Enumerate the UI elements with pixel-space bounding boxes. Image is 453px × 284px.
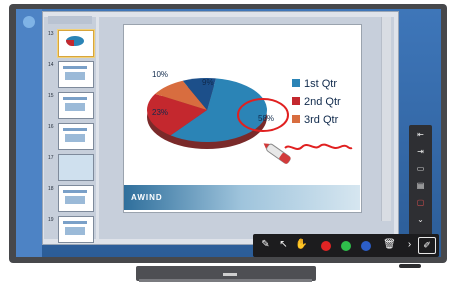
slide-thumbnail[interactable] bbox=[58, 30, 94, 57]
marker-pen-icon bbox=[263, 143, 291, 164]
slide-thumbnail[interactable] bbox=[58, 123, 94, 150]
collapse-icon[interactable]: › bbox=[402, 237, 417, 252]
slide-thumbnail[interactable] bbox=[58, 92, 94, 119]
red-color-button[interactable] bbox=[321, 241, 331, 251]
slide-thumbnail[interactable] bbox=[58, 216, 94, 243]
slide-brand-text: AWIND bbox=[131, 193, 163, 202]
green-color-button[interactable] bbox=[341, 241, 351, 251]
display-icon[interactable]: ▭ bbox=[413, 163, 428, 174]
brand-logo-plate bbox=[223, 273, 237, 276]
whiteboard-icon[interactable]: ▢ bbox=[413, 197, 428, 208]
legend-swatch bbox=[292, 115, 300, 123]
thumbnail-panel-tabs[interactable] bbox=[48, 16, 92, 24]
slide-thumbnail[interactable] bbox=[58, 61, 94, 88]
slide-export-icon[interactable]: ⇤ bbox=[413, 129, 428, 140]
pen-icon[interactable]: ✎ bbox=[258, 237, 273, 252]
file-icon[interactable]: ▤ bbox=[413, 180, 428, 191]
thumbnail-number: 13 bbox=[48, 31, 54, 37]
stand-base bbox=[139, 279, 312, 282]
ink-annotation-squiggle bbox=[284, 143, 353, 150]
hand-icon[interactable]: ✋ bbox=[294, 237, 309, 252]
pie-label-23: 23% bbox=[152, 108, 168, 117]
thumbnail-number: 17 bbox=[48, 155, 54, 161]
legend-label: 2nd Qtr bbox=[304, 96, 341, 108]
legend-swatch bbox=[292, 79, 300, 87]
legend-label: 3rd Qtr bbox=[304, 114, 339, 126]
chevron-down-icon[interactable]: ⌄ bbox=[413, 214, 428, 225]
pie-label-9: 9% bbox=[202, 78, 214, 87]
pie-label-58: 58% bbox=[258, 114, 274, 123]
thumbnail-number: 16 bbox=[48, 124, 54, 130]
thumbnail-number: 14 bbox=[48, 62, 54, 68]
thumbnail-number: 19 bbox=[48, 217, 54, 223]
pie-chart: 58% 23% 10% 9% 1st Qtr 2nd Qtr 3rd Qtr bbox=[147, 70, 353, 164]
blue-color-button[interactable] bbox=[361, 241, 371, 251]
legend-swatch bbox=[292, 97, 300, 105]
legend-label: 1st Qtr bbox=[304, 78, 337, 90]
thumbnail-number: 18 bbox=[48, 186, 54, 192]
slide-thumbnail[interactable] bbox=[58, 185, 94, 212]
trash-icon[interactable]: 🗑 bbox=[382, 237, 397, 252]
windows-taskbar-left bbox=[16, 9, 42, 257]
slide-import-icon[interactable]: ⇥ bbox=[413, 146, 428, 157]
thumbnail-number: 15 bbox=[48, 93, 54, 99]
slide-scrollbar[interactable] bbox=[381, 17, 391, 221]
pie-label-10: 10% bbox=[152, 70, 168, 79]
slide-thumbnail[interactable] bbox=[58, 154, 94, 181]
pointer-icon[interactable]: ↖ bbox=[276, 237, 291, 252]
annotate-mode-icon[interactable]: ✐ bbox=[418, 237, 436, 254]
start-button-icon[interactable] bbox=[23, 16, 35, 28]
monitor-sensor-bar bbox=[399, 264, 421, 268]
